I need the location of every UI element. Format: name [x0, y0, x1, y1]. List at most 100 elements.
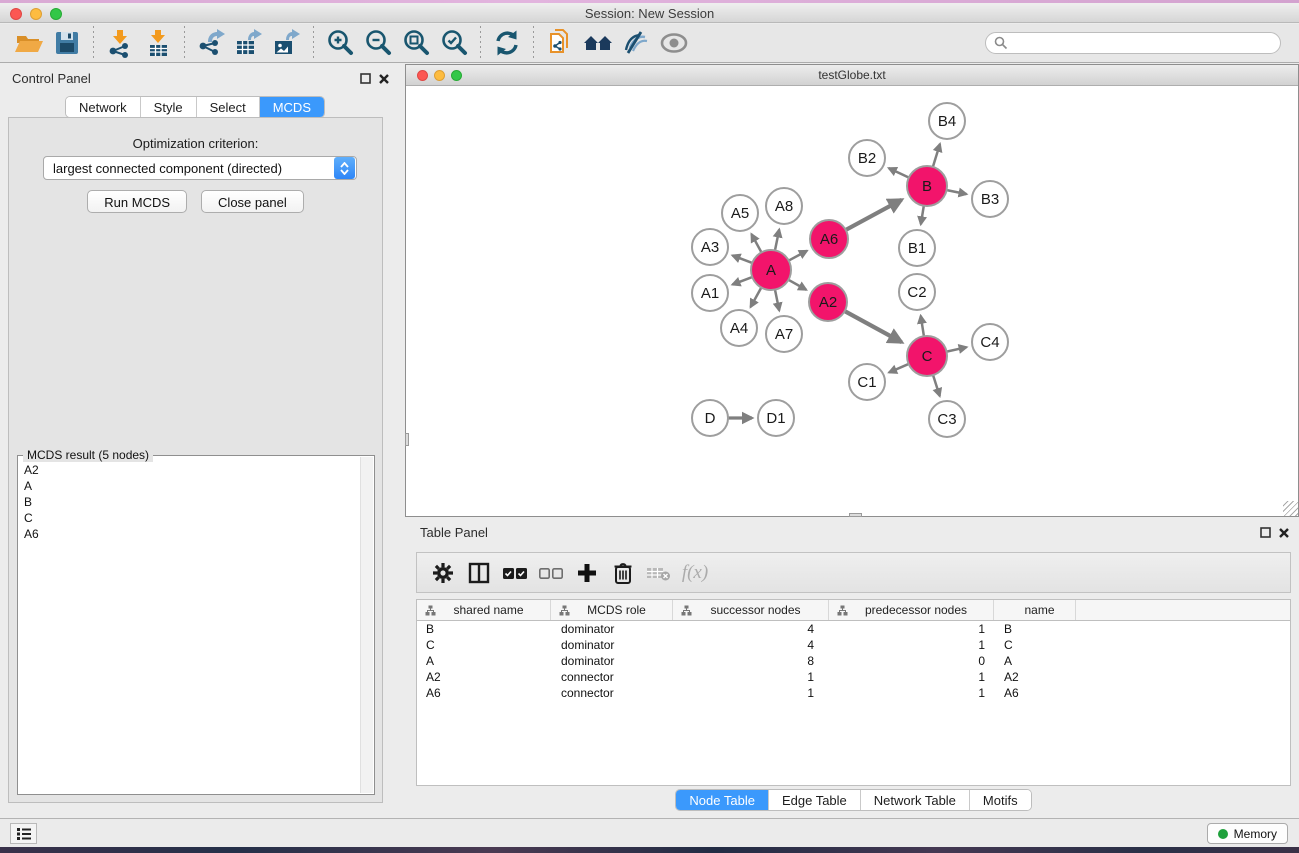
table-row-b[interactable]: Bdominator41B — [417, 621, 1290, 637]
graph-edge-b-b3[interactable] — [946, 190, 967, 194]
zoom-out-button[interactable] — [360, 27, 396, 59]
result-item-c[interactable]: C — [19, 510, 359, 526]
graph-edge-a-a5[interactable] — [751, 234, 761, 253]
cell-mcds-role[interactable]: dominator — [551, 654, 673, 668]
hide-graphics-details-button[interactable] — [618, 27, 654, 59]
run-mcds-button[interactable]: Run MCDS — [87, 190, 187, 213]
graph-edge-a-a4[interactable] — [751, 287, 762, 307]
cell-shared-name[interactable]: A — [417, 654, 551, 668]
delete-button[interactable] — [606, 558, 640, 588]
tab-select[interactable]: Select — [197, 97, 260, 117]
graph-edge-b-b2[interactable] — [889, 168, 910, 178]
zoom-in-button[interactable] — [322, 27, 358, 59]
result-item-a[interactable]: A — [19, 478, 359, 494]
cell-successor-nodes[interactable]: 1 — [673, 670, 829, 684]
result-item-a6[interactable]: A6 — [19, 526, 359, 542]
graph-edge-c-c4[interactable] — [946, 347, 967, 352]
graph-edge-c-c2[interactable] — [921, 316, 924, 338]
window-resize-grip-left[interactable] — [405, 433, 409, 446]
show-panels-button[interactable] — [10, 823, 37, 844]
float-panel-icon[interactable] — [1259, 526, 1273, 540]
clone-network-button[interactable] — [542, 27, 578, 59]
cell-mcds-role[interactable]: dominator — [551, 622, 673, 636]
graph-edge-a6-b[interactable] — [845, 200, 902, 231]
export-image-button[interactable] — [269, 27, 305, 59]
function-builder-button[interactable]: f(x) — [678, 558, 712, 588]
open-file-button[interactable] — [11, 27, 47, 59]
import-table-button[interactable] — [140, 27, 176, 59]
table-row-a2[interactable]: A2connector11A2 — [417, 669, 1290, 685]
tab-mcds[interactable]: MCDS — [260, 97, 324, 117]
graph-edge-a2-c[interactable] — [844, 311, 902, 342]
cell-name[interactable]: A6 — [994, 686, 1076, 700]
column-header-shared-name[interactable]: shared name — [417, 600, 551, 620]
search-input[interactable] — [1008, 36, 1272, 50]
cell-successor-nodes[interactable]: 4 — [673, 638, 829, 652]
float-panel-icon[interactable] — [359, 72, 373, 86]
memory-button[interactable]: Memory — [1207, 823, 1288, 844]
cell-name[interactable]: B — [994, 622, 1076, 636]
graph-edge-a-a7[interactable] — [775, 289, 779, 311]
cell-name[interactable]: A2 — [994, 670, 1076, 684]
graph-edge-a-a6[interactable] — [788, 251, 807, 261]
close-panel-button[interactable]: Close panel — [201, 190, 304, 213]
cell-mcds-role[interactable]: dominator — [551, 638, 673, 652]
tab-style[interactable]: Style — [141, 97, 197, 117]
tab-network[interactable]: Network — [66, 97, 141, 117]
cell-shared-name[interactable]: C — [417, 638, 551, 652]
result-item-a2[interactable]: A2 — [19, 462, 359, 478]
cell-predecessor-nodes[interactable]: 0 — [829, 654, 994, 668]
table-tab-node-table[interactable]: Node Table — [676, 790, 769, 810]
import-network-button[interactable] — [102, 27, 138, 59]
column-header-name[interactable]: name — [994, 600, 1076, 620]
save-session-button[interactable] — [49, 27, 85, 59]
table-tab-network-table[interactable]: Network Table — [861, 790, 970, 810]
select-all-button[interactable] — [498, 558, 532, 588]
home-pair-button[interactable] — [580, 27, 616, 59]
graph-edge-b-b1[interactable] — [921, 205, 924, 225]
close-panel-icon[interactable] — [377, 72, 391, 86]
create-column-button[interactable] — [570, 558, 604, 588]
cell-mcds-role[interactable]: connector — [551, 670, 673, 684]
cell-shared-name[interactable]: A2 — [417, 670, 551, 684]
show-columns-button[interactable] — [462, 558, 496, 588]
graph-edge-c-c1[interactable] — [889, 364, 910, 373]
table-tab-edge-table[interactable]: Edge Table — [769, 790, 861, 810]
zoom-fit-button[interactable] — [398, 27, 434, 59]
deselect-all-button[interactable] — [534, 558, 568, 588]
cell-shared-name[interactable]: B — [417, 622, 551, 636]
refresh-button[interactable] — [489, 27, 525, 59]
search-box[interactable] — [985, 32, 1281, 54]
table-settings-button[interactable] — [426, 558, 460, 588]
table-row-a[interactable]: Adominator80A — [417, 653, 1290, 669]
result-scrollbar[interactable] — [360, 457, 373, 793]
cell-predecessor-nodes[interactable]: 1 — [829, 670, 994, 684]
close-panel-icon[interactable] — [1277, 526, 1291, 540]
cell-predecessor-nodes[interactable]: 1 — [829, 686, 994, 700]
column-header-mcds-role[interactable]: MCDS role — [551, 600, 673, 620]
graph-edge-c-c3[interactable] — [933, 374, 940, 396]
column-header-predecessor-nodes[interactable]: predecessor nodes — [829, 600, 994, 620]
cell-successor-nodes[interactable]: 8 — [673, 654, 829, 668]
delete-table-button[interactable] — [642, 558, 676, 588]
cell-name[interactable]: C — [994, 638, 1076, 652]
network-window-titlebar[interactable]: testGlobe.txt — [406, 65, 1298, 86]
cell-successor-nodes[interactable]: 4 — [673, 622, 829, 636]
cell-shared-name[interactable]: A6 — [417, 686, 551, 700]
network-canvas[interactable]: B4B2BB3B1A5A8A3A6AA1C2A2A4A7CC4C1C3DD1 — [406, 87, 1298, 516]
graph-edge-a-a1[interactable] — [732, 277, 753, 285]
cell-predecessor-nodes[interactable]: 1 — [829, 622, 994, 636]
cell-successor-nodes[interactable]: 1 — [673, 686, 829, 700]
cell-predecessor-nodes[interactable]: 1 — [829, 638, 994, 652]
result-item-b[interactable]: B — [19, 494, 359, 510]
export-network-button[interactable] — [193, 27, 229, 59]
cell-name[interactable]: A — [994, 654, 1076, 668]
graph-edge-a-a2[interactable] — [788, 279, 807, 289]
cell-mcds-role[interactable]: connector — [551, 686, 673, 700]
graph-edge-a-a8[interactable] — [775, 230, 779, 252]
column-header-successor-nodes[interactable]: successor nodes — [673, 600, 829, 620]
graph-edge-b-b4[interactable] — [933, 144, 940, 168]
table-row-a6[interactable]: A6connector11A6 — [417, 685, 1290, 701]
table-tab-motifs[interactable]: Motifs — [970, 790, 1031, 810]
table-row-c[interactable]: Cdominator41C — [417, 637, 1290, 653]
